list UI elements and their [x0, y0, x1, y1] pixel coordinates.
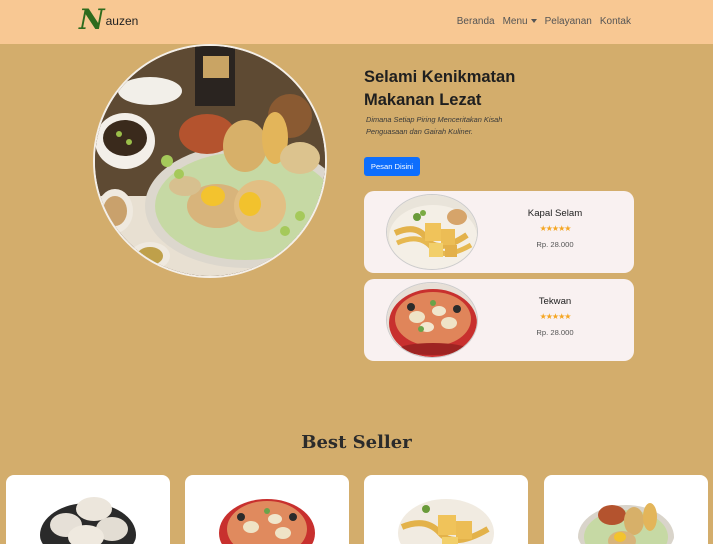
- hero-food-image: [93, 44, 327, 278]
- hero-title: Selami Kenikmatan Makanan Lezat: [364, 66, 544, 112]
- best-seller-image-3: [396, 487, 496, 544]
- best-seller-image-1: [38, 487, 138, 544]
- hero-subtitle-line-1: Dimana Setiap Piring Menceritakan Kisah: [366, 115, 503, 124]
- tekwan-bowl-illustration: [387, 283, 477, 357]
- menu-card-tekwan[interactable]: Tekwan ★★★★★ Rp. 28.000: [364, 279, 634, 361]
- best-seller-image-2: [217, 487, 317, 544]
- brand-name: auzen: [105, 14, 139, 28]
- nav-item-pelayanan[interactable]: Pelayanan: [545, 16, 592, 27]
- hero-subtitle-line-2: Penguasaan dan Gairah Kuliner.: [366, 127, 473, 136]
- brand-logo[interactable]: N auzen: [79, 6, 138, 34]
- menu-card-kapal-selam[interactable]: Kapal Selam ★★★★★ Rp. 28.000: [364, 191, 634, 273]
- best-seller-card-1[interactable]: [6, 475, 170, 544]
- pempek-platter-illustration: [576, 487, 676, 544]
- best-seller-card-4[interactable]: [544, 475, 708, 544]
- nav-item-menu-dropdown[interactable]: Menu: [503, 16, 537, 27]
- tekwan-image: [386, 282, 478, 358]
- best-seller-heading: Best Seller: [301, 432, 412, 453]
- menu-item-price: Rp. 28.000: [536, 328, 574, 337]
- kapal-selam-illustration: [396, 487, 496, 544]
- kapal-selam-illustration: [387, 195, 477, 269]
- pempek-lenjer-illustration: [38, 487, 138, 544]
- menu-item-name: Tekwan: [538, 296, 572, 307]
- order-here-button[interactable]: Pesan Disini: [364, 157, 420, 176]
- rating-stars-icon: ★★★★★: [539, 312, 572, 321]
- best-seller-image-4: [576, 487, 676, 544]
- hero-title-line-1: Selami Kenikmatan: [364, 68, 516, 86]
- nav-menu: Beranda Menu Pelayanan Kontak: [457, 16, 631, 27]
- nav-item-menu-label: Menu: [502, 16, 528, 27]
- rating-stars-icon: ★★★★★: [539, 224, 572, 233]
- navbar: N auzen Beranda Menu Pelayanan Kontak: [0, 0, 713, 44]
- nav-item-beranda[interactable]: Beranda: [457, 16, 495, 27]
- best-seller-card-3[interactable]: [364, 475, 528, 544]
- pempek-platter-illustration: [95, 46, 325, 276]
- caret-down-icon: [530, 19, 537, 23]
- kapal-selam-image: [386, 194, 478, 270]
- menu-item-price: Rp. 28.000: [536, 240, 574, 249]
- nav-item-kontak[interactable]: Kontak: [600, 16, 631, 27]
- tekwan-bowl-illustration: [217, 487, 317, 544]
- brand-initial: N: [79, 3, 105, 36]
- hero-subtitle: Dimana Setiap Piring Menceritakan Kisah …: [366, 114, 526, 138]
- best-seller-card-2[interactable]: [185, 475, 349, 544]
- hero-title-line-2: Makanan Lezat: [364, 91, 482, 109]
- menu-item-name: Kapal Selam: [527, 208, 583, 219]
